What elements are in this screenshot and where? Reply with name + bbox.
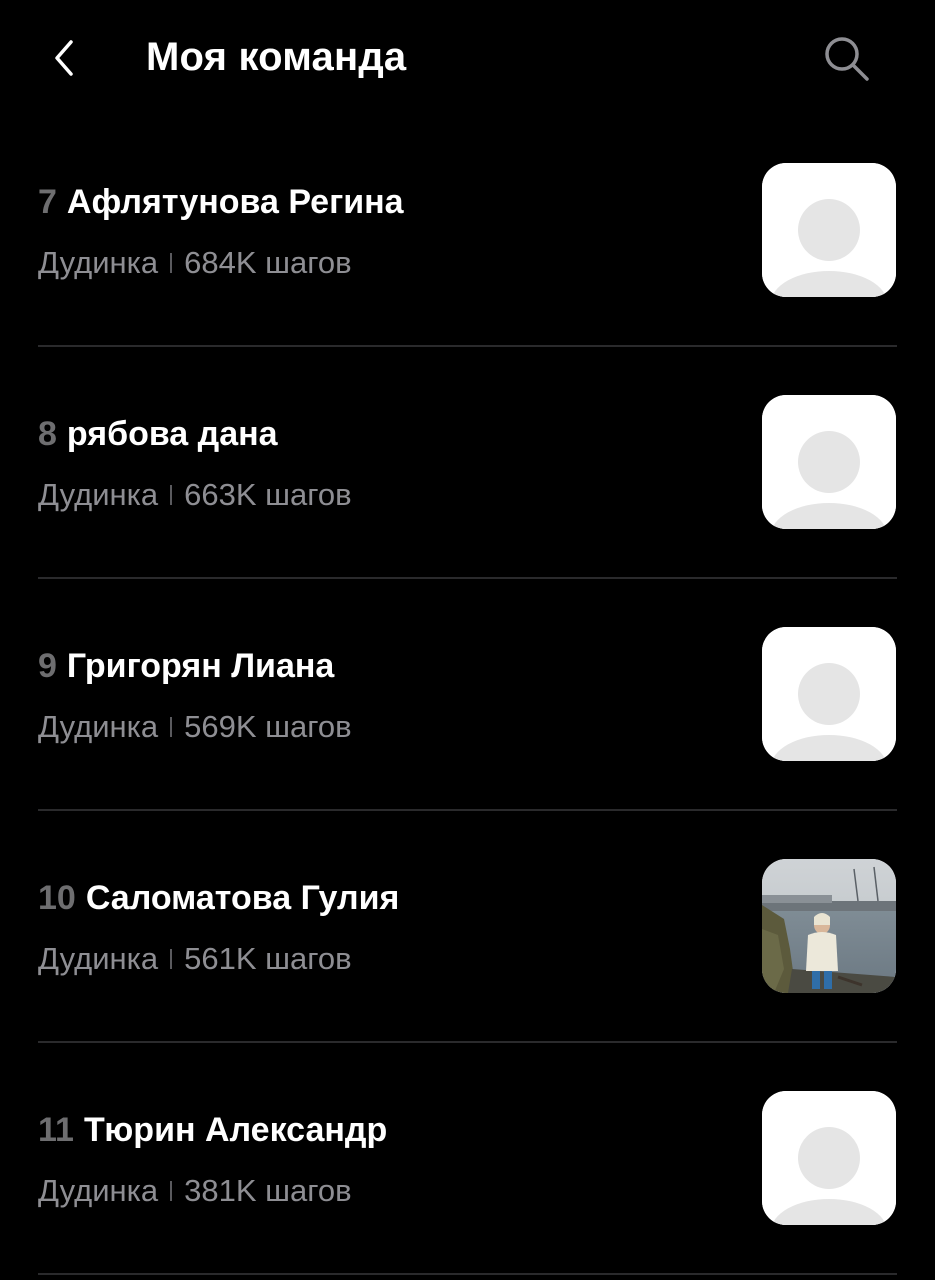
- team-list: 7 Афлятунова Регина Дудинка 684K шагов 8р…: [0, 115, 935, 1275]
- list-item[interactable]: 7 Афлятунова Регина Дудинка 684K шагов: [0, 115, 935, 347]
- member-steps: 381K шагов: [184, 1173, 352, 1208]
- separator: [170, 485, 173, 505]
- member-steps: 663K шагов: [184, 477, 352, 512]
- member-name: Афлятунова Регина: [66, 183, 404, 221]
- member-name: Григорян Лиана: [66, 647, 335, 685]
- rank-number: 7: [38, 183, 57, 221]
- divider: [38, 1273, 897, 1275]
- separator: [170, 253, 173, 273]
- separator: [170, 949, 173, 969]
- avatar[interactable]: [762, 627, 896, 761]
- member-name: Саломатова Гулия: [85, 879, 400, 917]
- member-city: Дудинка: [38, 245, 159, 280]
- separator: [170, 1181, 173, 1201]
- list-item[interactable]: 11 Тюрин Александр Дудинка 381K шагов: [0, 1043, 935, 1275]
- avatar[interactable]: [762, 163, 896, 297]
- user-placeholder-icon: [762, 163, 896, 297]
- member-steps: 569K шагов: [184, 709, 352, 744]
- page-title: Моя команда: [146, 35, 407, 79]
- rank-number: 11: [38, 1111, 74, 1149]
- member-city: Дудинка: [38, 1173, 159, 1208]
- member-city: Дудинка: [38, 477, 159, 512]
- member-steps: 684K шагов: [184, 245, 352, 280]
- rank-number: 10: [38, 879, 76, 917]
- back-button[interactable]: [36, 30, 92, 86]
- avatar-photo[interactable]: [762, 859, 896, 993]
- member-city: Дудинка: [38, 709, 159, 744]
- rank-number: 9: [38, 647, 57, 685]
- separator: [170, 717, 173, 737]
- rank-number: 8: [38, 415, 57, 453]
- header-bar: Моя команда: [0, 0, 935, 115]
- avatar[interactable]: [762, 395, 896, 529]
- member-name: Тюрин Александр: [83, 1111, 388, 1149]
- user-placeholder-icon: [762, 627, 896, 761]
- member-city: Дудинка: [38, 941, 159, 976]
- search-button[interactable]: [816, 28, 878, 90]
- list-item[interactable]: 8 рябова дана Дудинка 663K шагов: [0, 347, 935, 579]
- list-item[interactable]: 9 Григорян Лиана Дудинка 569K шагов: [0, 579, 935, 811]
- avatar[interactable]: [762, 1091, 896, 1225]
- chevron-left-icon: [55, 40, 73, 76]
- member-steps: 561K шагов: [184, 941, 352, 976]
- member-name: рябова дана: [66, 415, 278, 453]
- user-placeholder-icon: [762, 1091, 896, 1225]
- user-placeholder-icon: [762, 395, 896, 529]
- user-photo: [762, 859, 896, 993]
- search-icon: [825, 37, 869, 81]
- list-item[interactable]: 10 Саломатова Гулия Дудинка 561K шагов: [0, 811, 935, 1043]
